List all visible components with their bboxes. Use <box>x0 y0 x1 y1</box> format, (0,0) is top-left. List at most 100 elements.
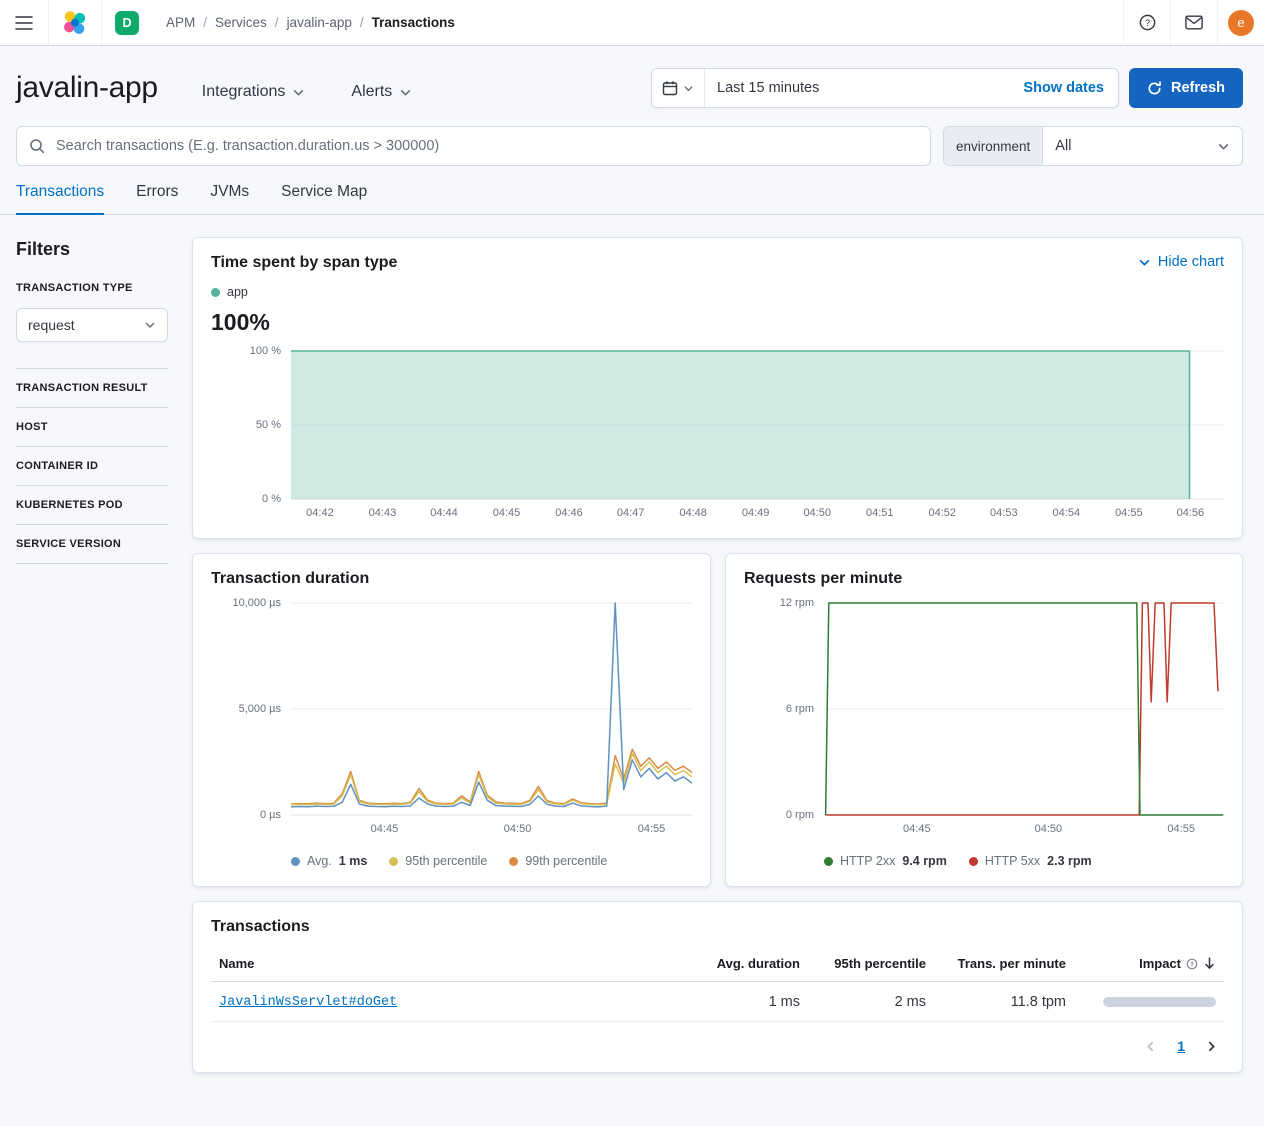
legend-dot-icon <box>509 857 518 866</box>
requests-per-minute-title: Requests per minute <box>744 570 1224 588</box>
tab-transactions[interactable]: Transactions <box>16 183 104 214</box>
current-span-percentage: 100% <box>211 309 1224 336</box>
previous-page-button[interactable] <box>1144 1040 1157 1053</box>
tab-service-map[interactable]: Service Map <box>281 183 367 214</box>
chevron-down-icon <box>1138 256 1151 269</box>
x-axis-labels: 04:4504:5004:55 <box>824 816 1224 838</box>
tab-jvms[interactable]: JVMs <box>210 183 249 214</box>
column-header-95th-percentile[interactable]: 95th percentile <box>808 948 934 982</box>
legend-item-http-5xx[interactable]: HTTP 5xx 2.3 rpm <box>969 854 1092 868</box>
filters-sidebar: Filters TRANSACTION TYPE request TRANSAC… <box>16 237 168 1085</box>
transactions-table: Name Avg. duration 95th percentile Trans… <box>211 948 1224 1022</box>
transactions-table-panel: Transactions Name Avg. duration 95th per… <box>192 901 1243 1073</box>
help-icon: ? <box>1138 13 1157 32</box>
breadcrumb-apm[interactable]: APM <box>166 15 195 30</box>
page-number-1[interactable]: 1 <box>1177 1038 1185 1054</box>
breadcrumb-separator <box>275 15 279 30</box>
top-navigation-bar: D APM Services javalin-app Transactions … <box>0 0 1264 46</box>
y-axis-labels: 10,000 µs5,000 µs0 µs <box>211 602 291 816</box>
column-header-trans-per-minute[interactable]: Trans. per minute <box>934 948 1074 982</box>
time-range-value[interactable]: Last 15 minutes <box>705 80 1009 96</box>
environment-label: environment <box>944 127 1043 165</box>
legend-item-app[interactable]: app <box>211 285 248 299</box>
legend-item-95th[interactable]: 95th percentile <box>389 854 487 868</box>
next-page-button[interactable] <box>1205 1040 1218 1053</box>
span-type-chart: app 100% 100 %50 %0 % 04:4204:4304:4404:… <box>211 285 1224 522</box>
search-icon <box>29 138 45 154</box>
filter-section-host: HOST <box>16 407 168 446</box>
span-type-panel-title: Time spent by span type <box>211 254 397 272</box>
info-icon: ? <box>1186 958 1198 970</box>
alerts-menu-button[interactable]: Alerts <box>351 83 412 101</box>
legend-item-http-2xx[interactable]: HTTP 2xx 9.4 rpm <box>824 854 947 868</box>
show-dates-button[interactable]: Show dates <box>1009 80 1118 96</box>
transaction-duration-panel: Transaction duration 10,000 µs5,000 µs0 … <box>192 553 711 887</box>
transaction-type-label: TRANSACTION TYPE <box>16 282 168 294</box>
plot-area[interactable] <box>291 602 692 816</box>
environment-filter: environment All <box>943 126 1243 166</box>
column-header-impact[interactable]: Impact ? <box>1074 948 1224 982</box>
elastic-home-button[interactable] <box>48 0 102 45</box>
nav-menu-button[interactable] <box>0 0 48 45</box>
search-row: environment All <box>0 126 1264 166</box>
calendar-icon <box>662 80 678 96</box>
integrations-menu-button[interactable]: Integrations <box>202 83 306 101</box>
chevron-down-icon <box>292 86 305 99</box>
sort-desc-icon <box>1203 957 1216 970</box>
help-button[interactable]: ? <box>1123 0 1170 45</box>
filter-section-kubernetes-pod: KUBERNETES POD <box>16 485 168 524</box>
elastic-logo <box>62 10 88 36</box>
transaction-duration-title: Transaction duration <box>211 570 692 588</box>
hide-chart-button[interactable]: Hide chart <box>1138 254 1224 270</box>
impact-bar <box>1103 997 1216 1007</box>
space-badge[interactable]: D <box>115 11 139 35</box>
breadcrumb: APM Services javalin-app Transactions <box>152 0 455 45</box>
user-menu-button[interactable]: e <box>1217 0 1264 45</box>
requests-per-minute-panel: Requests per minute 12 rpm6 rpm0 rpm 04:… <box>725 553 1243 887</box>
transaction-type-select[interactable]: request <box>16 308 168 342</box>
pagination: 1 <box>211 1022 1224 1056</box>
breadcrumb-services[interactable]: Services <box>215 15 267 30</box>
transaction-duration-chart: 10,000 µs5,000 µs0 µs 04:4504:5004:55 Av… <box>211 602 692 868</box>
legend-dot-icon <box>389 857 398 866</box>
newsfeed-button[interactable] <box>1170 0 1217 45</box>
column-header-avg-duration[interactable]: Avg. duration <box>682 948 808 982</box>
filter-section-transaction-result: TRANSACTION RESULT <box>16 368 168 407</box>
search-box <box>16 126 931 166</box>
user-avatar[interactable]: e <box>1228 10 1254 36</box>
filter-section-container-id: CONTAINER ID <box>16 446 168 485</box>
chevron-left-icon <box>1144 1040 1157 1053</box>
search-transactions-input[interactable] <box>54 137 918 155</box>
mail-icon <box>1185 15 1203 30</box>
cell-trans-per-minute: 11.8 tpm <box>934 982 1074 1022</box>
y-axis-labels: 100 %50 %0 % <box>211 350 291 500</box>
refresh-button[interactable]: Refresh <box>1129 68 1243 108</box>
hamburger-icon <box>15 16 33 30</box>
breadcrumb-separator <box>203 15 207 30</box>
chevron-down-icon <box>144 319 156 331</box>
date-quick-select-button[interactable] <box>652 69 705 107</box>
page-title: javalin-app <box>16 71 158 105</box>
chevron-down-icon <box>683 83 694 94</box>
legend-dot-icon <box>824 857 833 866</box>
cell-95th-percentile: 2 ms <box>808 982 934 1022</box>
svg-text:?: ? <box>1190 962 1194 968</box>
breadcrumb-service-name[interactable]: javalin-app <box>287 15 352 30</box>
page-header: javalin-app Integrations Alerts Last 15 … <box>0 46 1264 126</box>
legend-item-avg[interactable]: Avg. 1 ms <box>291 854 367 868</box>
legend-dot-icon <box>211 288 220 297</box>
plot-area[interactable] <box>291 350 1224 500</box>
breadcrumb-current-page: Transactions <box>372 15 455 30</box>
chevron-right-icon <box>1205 1040 1218 1053</box>
filter-section-service-version: SERVICE VERSION <box>16 524 168 564</box>
x-axis-labels: 04:4504:5004:55 <box>291 816 692 838</box>
space-switcher[interactable]: D <box>102 0 152 45</box>
transaction-link[interactable]: JavalinWsServlet#doGet <box>219 995 397 1010</box>
plot-area[interactable] <box>824 602 1224 816</box>
legend-item-99th[interactable]: 99th percentile <box>509 854 607 868</box>
column-header-name: Name <box>211 948 682 982</box>
date-picker: Last 15 minutes Show dates <box>651 68 1119 108</box>
x-axis-labels: 04:4204:4304:4404:4504:4604:4704:4804:49… <box>291 500 1224 522</box>
tab-errors[interactable]: Errors <box>136 183 178 214</box>
environment-select[interactable]: All <box>1043 127 1242 165</box>
